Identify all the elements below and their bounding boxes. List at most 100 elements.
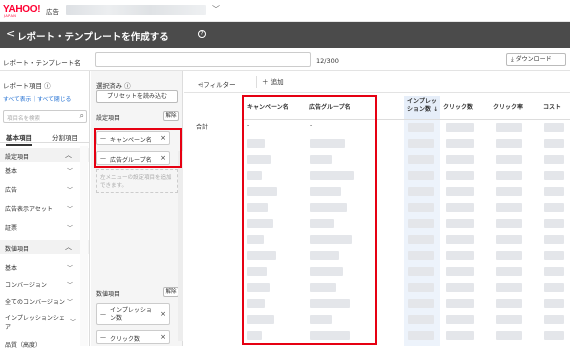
download-button[interactable]: ⤓ ダウンロード <box>506 53 566 66</box>
download-label: ダウンロード <box>515 56 552 63</box>
redacted-cell <box>496 171 522 180</box>
redacted-cell <box>408 283 434 292</box>
redacted-cell <box>496 219 522 228</box>
redacted-cell <box>544 283 564 292</box>
report-items-panel: レポート項目 ⓘ すべて表示｜すべて閉じる 項目名を検索 ⌕ 基本項目 分割項目… <box>0 71 90 349</box>
expand-collapse-links[interactable]: すべて表示｜すべて閉じる <box>3 94 71 103</box>
redacted-cell <box>446 315 474 324</box>
chevron-down-icon: ﹀ <box>70 319 77 326</box>
redacted-cell <box>446 251 474 260</box>
redacted-cell <box>446 283 474 292</box>
template-name-input[interactable] <box>95 52 311 67</box>
drag-handle-icon[interactable]: — <box>100 334 106 341</box>
redacted-cell <box>408 203 434 212</box>
chevron-down-icon: ﹀ <box>67 299 74 306</box>
metrics-section-label: 数値項目 <box>96 291 121 298</box>
redacted-cell <box>446 203 474 212</box>
column-header-sorted[interactable]: インプレッション数 ↓ <box>404 96 440 120</box>
template-name-label: レポート・テンプレート名 <box>3 59 81 67</box>
redacted-cell <box>496 235 522 244</box>
sorted-column-highlight <box>404 120 440 346</box>
redacted-cell <box>544 203 564 212</box>
sort-down-icon: ↓ <box>433 106 439 113</box>
page-title: レポート・テンプレートを作成する <box>17 32 169 43</box>
chevron-down-icon: ﹀ <box>67 225 74 232</box>
scrollbar[interactable] <box>178 151 183 341</box>
highlight-box-selected <box>94 128 182 168</box>
item-search-input[interactable]: 項目名を検索 ⌕ <box>3 110 87 123</box>
redacted-cell <box>408 331 434 340</box>
add-filter-button[interactable]: ＋ 追加 <box>256 76 294 88</box>
load-preset-button[interactable]: プリセットを読み込む <box>96 90 178 103</box>
name-char-counter: 12/300 <box>316 57 339 65</box>
redacted-cell <box>496 251 522 260</box>
settings-drop-zone[interactable]: 左メニューの設定項目を追加できます。 <box>96 169 178 193</box>
redacted-cell <box>408 267 434 276</box>
help-icon[interactable]: ? <box>198 30 206 38</box>
redacted-cell <box>544 123 564 132</box>
redacted-cell <box>408 219 434 228</box>
redacted-cell <box>408 251 434 260</box>
chevron-up-icon: ︿ <box>65 151 72 159</box>
search-placeholder: 項目名を検索 <box>7 116 41 122</box>
tab-split-items[interactable]: 分割項目 <box>52 132 78 142</box>
redacted-cell <box>496 123 522 132</box>
column-header[interactable]: コスト <box>540 96 570 120</box>
redacted-cell <box>408 171 434 180</box>
redacted-cell <box>544 299 564 308</box>
redacted-cell <box>544 187 564 196</box>
redacted-cell <box>408 123 434 132</box>
help-icon[interactable]: ⓘ <box>44 82 51 90</box>
chevron-down-icon: ﹀ <box>67 206 74 213</box>
close-icon[interactable]: × <box>160 310 166 318</box>
filter-button[interactable]: ⩤フィルター <box>198 79 236 90</box>
redacted-cell <box>544 139 564 148</box>
redacted-cell <box>446 123 474 132</box>
group-settings[interactable]: 設定項目 ︿ <box>0 148 89 162</box>
chevron-up-icon: ︿ <box>65 243 72 251</box>
chevron-down-icon: ﹀ <box>67 187 74 194</box>
highlight-box-columns <box>242 95 377 345</box>
chevron-down-icon: ﹀ <box>67 265 74 272</box>
selected-items-panel: 選択済み ⓘ プリセットを読み込む 設定項目 解除 — キャンペーン名 × — … <box>91 71 183 346</box>
redacted-cell <box>446 331 474 340</box>
redacted-cell <box>446 187 474 196</box>
selected-heading: 選択済み ⓘ <box>96 82 131 90</box>
page-titlebar: < レポート・テンプレートを作成する ? <box>0 22 570 48</box>
redacted-cell <box>408 235 434 244</box>
logo-subtitle: JAPAN <box>4 14 17 18</box>
redacted-cell <box>446 155 474 164</box>
scrollbar[interactable] <box>80 146 88 346</box>
redacted-cell <box>496 267 522 276</box>
redacted-cell <box>408 187 434 196</box>
item-tabs: 基本項目 分割項目 <box>0 128 90 146</box>
settings-section-label: 設定項目 <box>96 115 121 122</box>
drag-handle-icon[interactable]: — <box>100 311 106 318</box>
group-metrics[interactable]: 数値項目 ︿ <box>0 240 89 254</box>
column-header[interactable]: クリック数 <box>440 96 490 120</box>
help-icon[interactable]: ⓘ <box>124 82 131 90</box>
redacted-cell <box>544 171 564 180</box>
template-name-row: レポート・テンプレート名 12/300 ⤓ ダウンロード <box>0 48 570 71</box>
redacted-cell <box>496 315 522 324</box>
selected-chip-impressions[interactable]: — インプレッション数 × <box>96 303 170 325</box>
selected-chip-clicks[interactable]: — クリック数 × <box>96 330 170 344</box>
redacted-cell <box>496 139 522 148</box>
redacted-cell <box>544 155 564 164</box>
tab-basic-items[interactable]: 基本項目 <box>6 132 32 146</box>
product-name: 広告 <box>46 8 59 16</box>
column-header[interactable]: クリック率 <box>490 96 540 120</box>
preview-toolbar: ⩤フィルター ＋ 追加 <box>184 71 570 93</box>
account-selector[interactable] <box>66 5 206 15</box>
clear-metrics-button[interactable]: 解除 <box>163 287 179 297</box>
clear-settings-button[interactable]: 解除 <box>163 111 179 121</box>
redacted-cell <box>408 139 434 148</box>
search-icon[interactable]: ⌕ <box>80 111 84 121</box>
chevron-down-icon[interactable]: ﹀ <box>212 4 220 15</box>
redacted-cell <box>496 299 522 308</box>
back-arrow-icon[interactable]: < <box>6 27 15 40</box>
redacted-cell <box>544 267 564 276</box>
close-icon[interactable]: × <box>160 333 166 341</box>
redacted-cell <box>496 203 522 212</box>
redacted-cell <box>408 315 434 324</box>
